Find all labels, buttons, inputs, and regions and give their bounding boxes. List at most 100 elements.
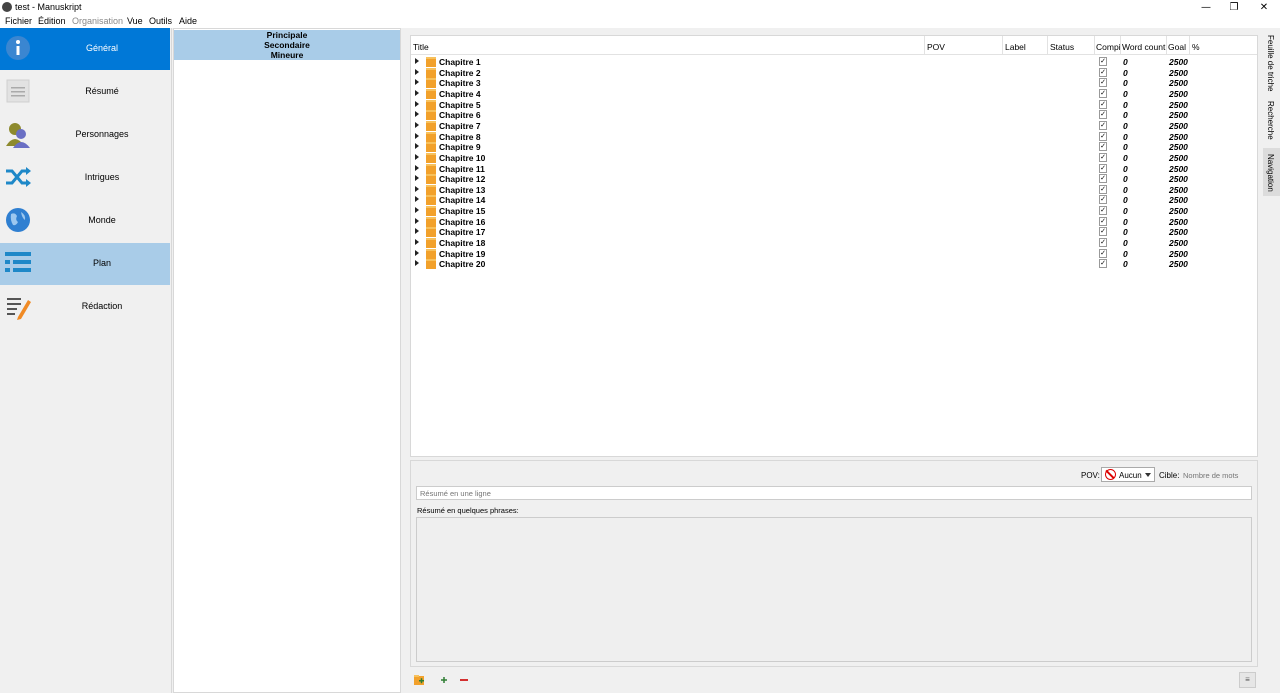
- compile-checkbox[interactable]: ✓: [1099, 78, 1107, 88]
- tree-row[interactable]: Chapitre 10 ✓ 0 2500: [411, 152, 1257, 164]
- col-status[interactable]: Status: [1050, 42, 1074, 52]
- compile-checkbox[interactable]: ✓: [1099, 206, 1107, 216]
- plot-filter-principale[interactable]: Principale: [174, 30, 400, 40]
- col-goal[interactable]: Goal: [1168, 42, 1186, 52]
- expand-arrow-icon[interactable]: [415, 207, 419, 214]
- tree-row[interactable]: Chapitre 9 ✓ 0 2500: [411, 142, 1257, 153]
- col-label[interactable]: Label: [1005, 42, 1026, 52]
- menu-vue[interactable]: Vue: [127, 16, 143, 26]
- col-compile[interactable]: Compi: [1096, 42, 1121, 52]
- tree-row[interactable]: Chapitre 13 ✓ 0 2500: [411, 184, 1257, 196]
- expand-arrow-icon[interactable]: [415, 153, 419, 160]
- tree-row[interactable]: Chapitre 14 ✓ 0 2500: [411, 195, 1257, 206]
- tree-row[interactable]: Chapitre 7 ✓ 0 2500: [411, 120, 1257, 132]
- pov-select[interactable]: Aucun: [1101, 467, 1155, 482]
- remove-icon[interactable]: [458, 674, 470, 686]
- expand-arrow-icon[interactable]: [415, 58, 419, 64]
- expand-arrow-icon[interactable]: [415, 239, 419, 246]
- tree-row[interactable]: Chapitre 4 ✓ 0 2500: [411, 88, 1257, 100]
- col-pov[interactable]: POV: [927, 42, 945, 52]
- col-percent[interactable]: %: [1192, 42, 1200, 52]
- tree-row[interactable]: Chapitre 20 ✓ 0 2500: [411, 259, 1257, 270]
- expand-arrow-icon[interactable]: [415, 143, 419, 150]
- compile-checkbox[interactable]: ✓: [1099, 248, 1107, 258]
- tree-row[interactable]: Chapitre 3 ✓ 0 2500: [411, 78, 1257, 89]
- tree-row[interactable]: Chapitre 8 ✓ 0 2500: [411, 131, 1257, 143]
- summary-phrases-textarea[interactable]: [416, 517, 1252, 662]
- col-wordcount[interactable]: Word count: [1122, 42, 1165, 52]
- compile-checkbox[interactable]: ✓: [1099, 184, 1107, 194]
- row-goal: 2500: [1169, 248, 1188, 259]
- cible-input[interactable]: [1181, 468, 1251, 482]
- compile-checkbox[interactable]: ✓: [1099, 110, 1107, 120]
- expand-arrow-icon[interactable]: [415, 217, 419, 224]
- tree-row[interactable]: Chapitre 11 ✓ 0 2500: [411, 163, 1257, 175]
- plot-filter-secondaire[interactable]: Secondaire: [174, 40, 400, 50]
- compile-checkbox[interactable]: ✓: [1099, 88, 1107, 98]
- tree-row[interactable]: Chapitre 6 ✓ 0 2500: [411, 110, 1257, 121]
- compile-checkbox[interactable]: ✓: [1099, 163, 1107, 173]
- tree-row[interactable]: Chapitre 17 ✓ 0 2500: [411, 227, 1257, 238]
- expand-arrow-icon[interactable]: [415, 249, 419, 256]
- compile-checkbox[interactable]: ✓: [1099, 238, 1107, 248]
- menu-outils[interactable]: Outils: [149, 16, 172, 26]
- compile-checkbox[interactable]: ✓: [1099, 67, 1107, 77]
- add-icon[interactable]: [438, 674, 450, 686]
- nav-resume[interactable]: Résumé: [0, 71, 170, 113]
- tab-recherche[interactable]: Recherche: [1263, 101, 1280, 141]
- expand-arrow-icon[interactable]: [415, 164, 419, 171]
- expand-arrow-icon[interactable]: [415, 260, 419, 267]
- add-folder-icon[interactable]: [413, 674, 425, 686]
- plot-filter-mineure[interactable]: Mineure: [174, 50, 400, 60]
- plot-filter-selection[interactable]: Principale Secondaire Mineure: [174, 30, 400, 60]
- expand-arrow-icon[interactable]: [415, 68, 419, 75]
- menu-aide[interactable]: Aide: [179, 16, 197, 26]
- tree-row[interactable]: Chapitre 5 ✓ 0 2500: [411, 99, 1257, 111]
- compile-checkbox[interactable]: ✓: [1099, 142, 1107, 152]
- tab-feuille-de-triche[interactable]: Feuille de triche: [1263, 35, 1280, 92]
- menu-fichier[interactable]: Fichier: [5, 16, 32, 26]
- tree-row[interactable]: Chapitre 1 ✓ 0 2500: [411, 57, 1257, 68]
- close-button[interactable]: ✕: [1250, 0, 1278, 15]
- nav-personnages[interactable]: Personnages: [0, 114, 170, 156]
- expand-arrow-icon[interactable]: [415, 89, 419, 96]
- compile-checkbox[interactable]: ✓: [1099, 195, 1107, 205]
- tree-row[interactable]: Chapitre 19 ✓ 0 2500: [411, 248, 1257, 260]
- compile-checkbox[interactable]: ✓: [1099, 57, 1107, 66]
- compile-checkbox[interactable]: ✓: [1099, 216, 1107, 226]
- restore-button[interactable]: ❐: [1220, 0, 1248, 15]
- expand-arrow-icon[interactable]: [415, 121, 419, 128]
- menu-edition[interactable]: Édition: [38, 16, 66, 26]
- col-title[interactable]: Title: [413, 42, 429, 52]
- expand-arrow-icon[interactable]: [415, 79, 419, 86]
- compile-checkbox[interactable]: ✓: [1099, 131, 1107, 141]
- expand-arrow-icon[interactable]: [415, 132, 419, 139]
- compile-checkbox[interactable]: ✓: [1099, 152, 1107, 162]
- compile-checkbox[interactable]: ✓: [1099, 227, 1107, 237]
- compile-checkbox[interactable]: ✓: [1099, 120, 1107, 130]
- expand-arrow-icon[interactable]: [415, 111, 419, 118]
- expand-arrow-icon[interactable]: [415, 228, 419, 235]
- tree-row[interactable]: Chapitre 18 ✓ 0 2500: [411, 238, 1257, 249]
- expand-arrow-icon[interactable]: [415, 185, 419, 192]
- minimize-button[interactable]: —: [1192, 0, 1220, 15]
- layout-toggle-button[interactable]: ≡: [1239, 672, 1256, 688]
- tab-navigation[interactable]: Navigation: [1263, 148, 1280, 196]
- compile-checkbox[interactable]: ✓: [1099, 99, 1107, 109]
- nav-plan[interactable]: Plan: [0, 243, 170, 285]
- nav-intrigues[interactable]: Intrigues: [0, 157, 170, 199]
- tree-row[interactable]: Chapitre 16 ✓ 0 2500: [411, 216, 1257, 228]
- compile-checkbox[interactable]: ✓: [1099, 259, 1107, 269]
- summary-oneline-input[interactable]: [416, 486, 1252, 500]
- tree-row[interactable]: Chapitre 12 ✓ 0 2500: [411, 174, 1257, 185]
- expand-arrow-icon[interactable]: [415, 175, 419, 182]
- globe-icon: [6, 208, 30, 232]
- nav-monde[interactable]: Monde: [0, 200, 170, 242]
- compile-checkbox[interactable]: ✓: [1099, 174, 1107, 184]
- nav-general[interactable]: Général: [0, 28, 170, 70]
- nav-redaction[interactable]: Rédaction: [0, 286, 170, 328]
- tree-row[interactable]: Chapitre 15 ✓ 0 2500: [411, 206, 1257, 217]
- tree-row[interactable]: Chapitre 2 ✓ 0 2500: [411, 67, 1257, 79]
- expand-arrow-icon[interactable]: [415, 196, 419, 203]
- expand-arrow-icon[interactable]: [415, 100, 419, 107]
